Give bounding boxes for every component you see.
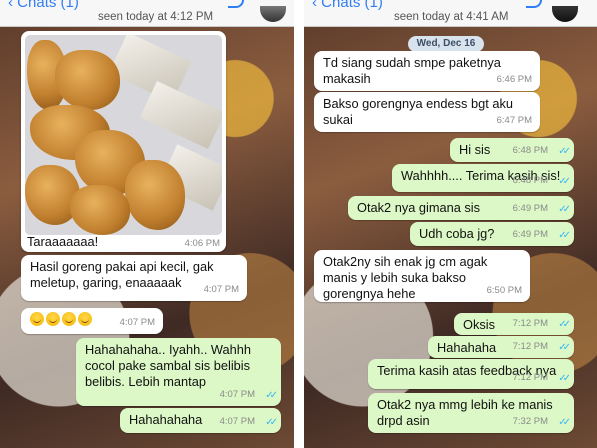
read-receipt-icon: ✓✓ <box>558 146 571 157</box>
message-time: 6:50 PM <box>486 285 522 296</box>
message-time: 6:48 PM <box>512 145 548 156</box>
incoming-emoji-message[interactable]: 4:07 PM <box>21 308 163 334</box>
outgoing-message[interactable]: Udh coba jg? 6:49 PM ✓✓ <box>410 222 574 246</box>
back-button[interactable]: ‹ Chats (1) <box>312 0 383 11</box>
outgoing-message[interactable]: Oksis 7:12 PM ✓✓ <box>454 313 574 335</box>
incoming-message[interactable]: Hasil goreng pakai api kecil, gak meletu… <box>21 255 247 301</box>
call-icon[interactable] <box>228 0 244 8</box>
last-seen-text: seen today at 4:12 PM <box>98 11 214 23</box>
incoming-message[interactable]: Bakso gorengnya endess bgt aku sukai 6:4… <box>314 92 540 132</box>
back-button[interactable]: ‹ Chats (1) <box>8 0 79 11</box>
message-time: 4:07 PM <box>203 284 239 295</box>
avatar[interactable] <box>260 6 286 22</box>
message-time: 6:48 PM <box>512 175 548 186</box>
chat-header: ‹ Chats (1) seen today at 4:12 PM <box>0 0 294 27</box>
read-receipt-icon: ✓✓ <box>558 176 571 187</box>
read-receipt-icon: ✓✓ <box>558 417 571 428</box>
message-time: 4:07 PM <box>119 317 155 328</box>
read-receipt-icon: ✓✓ <box>558 373 571 384</box>
message-time: 4:07 PM <box>219 389 255 400</box>
avatar[interactable] <box>552 6 578 22</box>
incoming-message[interactable]: Td siang sudah smpe paketnya makasih 6:4… <box>314 51 540 91</box>
outgoing-message[interactable]: Terima kasih atas feedback nya 7:12 PM ✓… <box>368 359 574 389</box>
grinning-emoji-icon <box>62 312 76 326</box>
photo-caption: Taraaaaaaa! <box>27 234 99 249</box>
read-receipt-icon: ✓✓ <box>558 319 571 330</box>
message-time: 6:49 PM <box>512 229 548 240</box>
grinning-emoji-icon <box>46 312 60 326</box>
read-receipt-icon: ✓✓ <box>265 417 278 428</box>
food-photo[interactable] <box>25 35 222 235</box>
read-receipt-icon: ✓✓ <box>558 342 571 353</box>
message-time: 4:06 PM <box>184 238 220 249</box>
chevron-left-icon: ‹ <box>8 0 13 11</box>
chat-panel-right: ‹ Chats (1) seen today at 4:41 AM Wed, D… <box>304 0 597 448</box>
outgoing-message[interactable]: Hahahahaha 4:07 PM ✓✓ <box>120 408 281 433</box>
chat-header: ‹ Chats (1) seen today at 4:41 AM <box>304 0 597 27</box>
grinning-emoji-icon <box>30 312 44 326</box>
read-receipt-icon: ✓✓ <box>558 230 571 241</box>
date-separator: Wed, Dec 16 <box>408 36 484 52</box>
read-receipt-icon: ✓✓ <box>265 390 278 401</box>
chat-panel-left: ‹ Chats (1) seen today at 4:12 PM Taraaa… <box>0 0 294 448</box>
photo-message[interactable]: Taraaaaaaa! 4:06 PM <box>21 31 226 252</box>
outgoing-message[interactable]: Wahhhh.... Terima kasih sis! 6:48 PM ✓✓ <box>392 164 574 192</box>
screenshot-collage: ‹ Chats (1) seen today at 4:12 PM Taraaa… <box>0 0 597 448</box>
message-time: 6:46 PM <box>496 74 532 85</box>
outgoing-message[interactable]: Hahahahaha.. Iyahh.. Wahhh cocol pake sa… <box>76 338 281 406</box>
last-seen-text: seen today at 4:41 AM <box>394 11 509 23</box>
outgoing-message[interactable]: Otak2 nya mmg lebih ke manis drpd asin 7… <box>368 393 574 433</box>
message-time: 7:12 PM <box>512 318 548 329</box>
outgoing-message[interactable]: Hi sis 6:48 PM ✓✓ <box>450 138 574 162</box>
message-time: 7:12 PM <box>512 341 548 352</box>
message-time: 4:07 PM <box>219 416 255 427</box>
grinning-emoji-icon <box>78 312 92 326</box>
outgoing-message[interactable]: Otak2 nya gimana sis 6:49 PM ✓✓ <box>348 196 574 220</box>
incoming-message[interactable]: Otak2ny sih enak jg cm agak manis y lebi… <box>314 250 530 302</box>
message-time: 7:12 PM <box>512 372 548 383</box>
chevron-left-icon: ‹ <box>312 0 317 11</box>
call-icon[interactable] <box>526 0 542 8</box>
message-time: 6:47 PM <box>496 115 532 126</box>
outgoing-message[interactable]: Hahahaha 7:12 PM ✓✓ <box>428 336 574 358</box>
read-receipt-icon: ✓✓ <box>558 204 571 215</box>
message-time: 7:32 PM <box>512 416 548 427</box>
message-time: 6:49 PM <box>512 203 548 214</box>
